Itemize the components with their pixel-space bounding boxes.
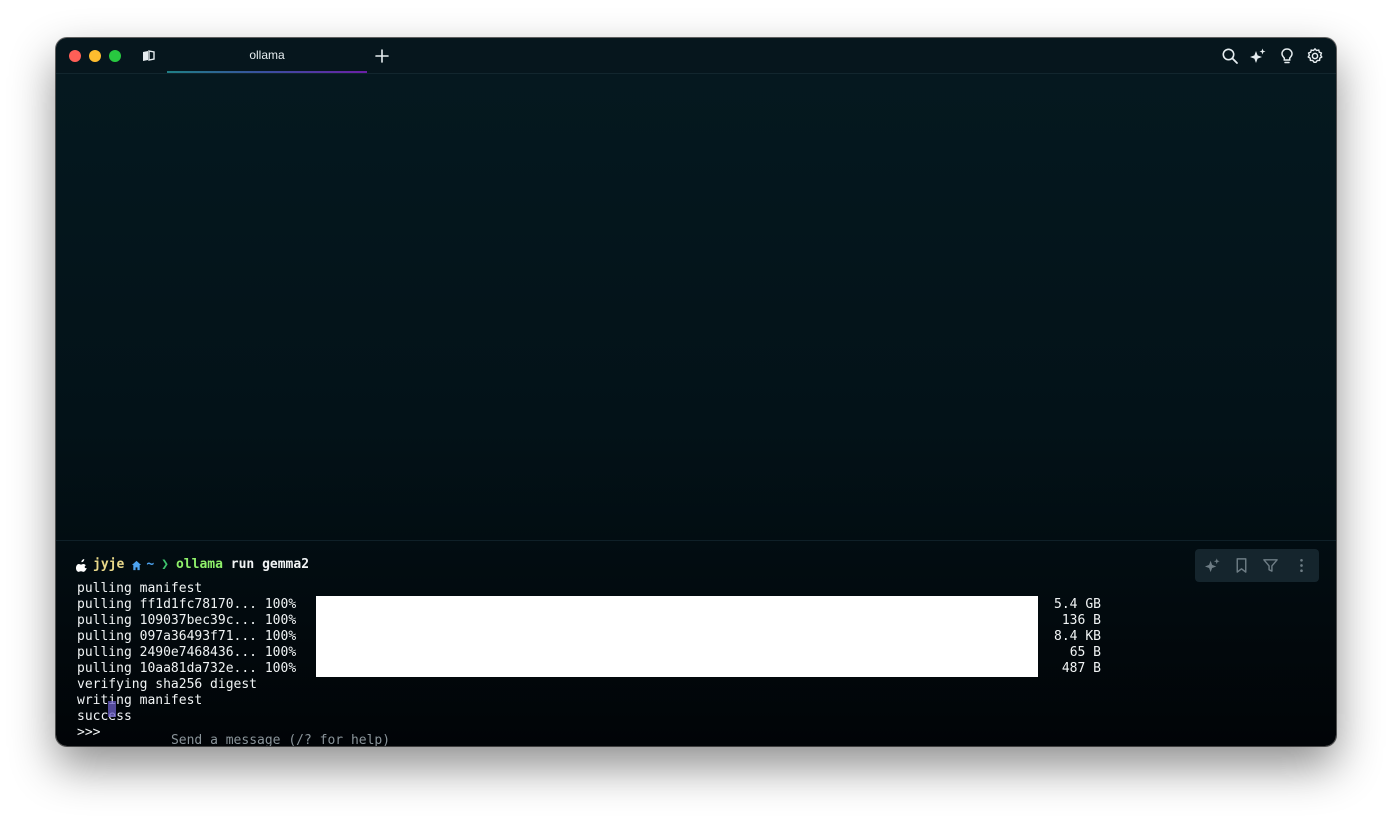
progress-bar: [316, 644, 1038, 661]
new-tab-button[interactable]: [373, 47, 391, 65]
home-icon: [132, 560, 142, 570]
minimize-window-button[interactable]: [89, 50, 101, 62]
title-bar: ollama: [56, 38, 1336, 74]
pull-layer-size: 65 B: [1069, 645, 1101, 660]
active-tab-indicator: [167, 71, 367, 73]
pull-layer-row: pulling ff1d1fc78170... 100% 5.4 GB: [56, 596, 1336, 613]
command-prompt-line: jyje ~ ❯ ollama run gemma2: [76, 557, 309, 573]
message-placeholder: Send a message (/? for help): [170, 733, 391, 746]
apple-icon: [76, 559, 87, 572]
tab-ollama[interactable]: ollama: [167, 38, 367, 73]
output-pulling-manifest: pulling manifest: [77, 581, 203, 596]
close-window-button[interactable]: [69, 50, 81, 62]
tabs-panel-icon[interactable]: [141, 48, 157, 64]
prompt-chevron: ❯: [161, 557, 169, 572]
pull-layer-row: pulling 109037bec39c... 100% 136 B: [56, 612, 1336, 629]
filter-icon[interactable]: [1262, 557, 1279, 574]
prompt-username: jyje: [93, 557, 125, 572]
progress-bar: [316, 612, 1038, 629]
pull-layer-label: pulling 097a36493f71... 100%: [77, 629, 297, 644]
output-verifying-digest: verifying sha256 digest: [77, 677, 258, 692]
block-divider: [56, 540, 1336, 541]
lightbulb-icon[interactable]: [1278, 47, 1296, 65]
maximize-window-button[interactable]: [109, 50, 121, 62]
progress-bar: [316, 660, 1038, 677]
settings-gear-icon[interactable]: [1306, 47, 1324, 65]
pull-layer-row: pulling 2490e7468436... 100% 65 B: [56, 644, 1336, 661]
pull-layer-label: pulling ff1d1fc78170... 100%: [77, 597, 297, 612]
pull-layer-size: 136 B: [1061, 613, 1101, 628]
pull-layer-row: pulling 097a36493f71... 100% 8.4 KB: [56, 628, 1336, 645]
ai-sparkle-icon[interactable]: [1249, 47, 1267, 65]
command-arguments: run gemma2: [222, 557, 310, 572]
search-icon[interactable]: [1221, 47, 1239, 65]
pull-layer-size: 487 B: [1061, 661, 1101, 676]
chat-input-line[interactable]: >>> Send a message (/? for help): [77, 701, 390, 746]
pull-layer-size: 8.4 KB: [1054, 629, 1101, 644]
message-input[interactable]: Send a message (/? for help): [108, 701, 390, 746]
pull-layer-row: pulling 10aa81da732e... 100% 487 B: [56, 660, 1336, 677]
progress-bar: [316, 628, 1038, 645]
block-actions-toolbar: [1195, 549, 1319, 582]
pull-layer-label: pulling 109037bec39c... 100%: [77, 613, 297, 628]
bookmark-icon[interactable]: [1233, 557, 1250, 574]
tab-label: ollama: [249, 48, 285, 62]
prompt-directory: ~: [146, 557, 155, 572]
pull-layer-label: pulling 10aa81da732e... 100%: [77, 661, 297, 676]
ask-ai-icon[interactable]: [1204, 557, 1221, 574]
terminal-window: ollama jyje ~ ❯ ollama run gemma2 pullin…: [56, 38, 1336, 746]
input-prompt-symbol: >>>: [77, 725, 109, 740]
more-options-icon[interactable]: [1293, 557, 1310, 574]
progress-bar: [316, 596, 1038, 613]
pull-layer-label: pulling 2490e7468436... 100%: [77, 645, 297, 660]
text-cursor: [108, 701, 117, 717]
terminal-area[interactable]: jyje ~ ❯ ollama run gemma2 pulling manif…: [56, 74, 1336, 746]
pull-layer-size: 5.4 GB: [1054, 597, 1101, 612]
command-name: ollama: [175, 557, 223, 572]
